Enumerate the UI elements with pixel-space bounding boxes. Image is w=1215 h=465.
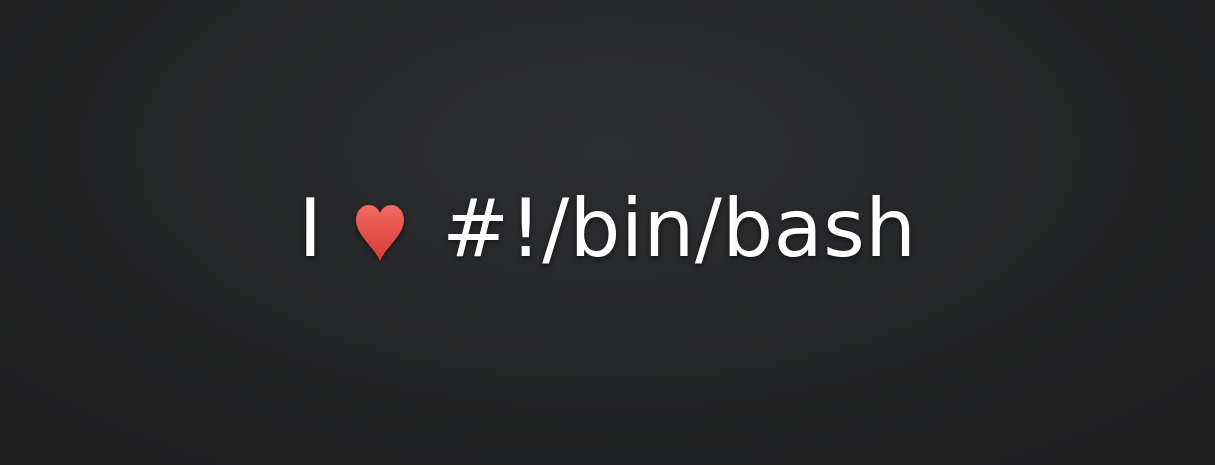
headline: I #!/bin/bash (0, 0, 1215, 465)
headline-text: #!/bin/bash (442, 181, 917, 275)
headline-word: I (298, 181, 323, 275)
heart-icon (356, 204, 405, 261)
banner: I #!/bin/bash (0, 0, 1215, 465)
headline-row: I #!/bin/bash (298, 181, 917, 275)
